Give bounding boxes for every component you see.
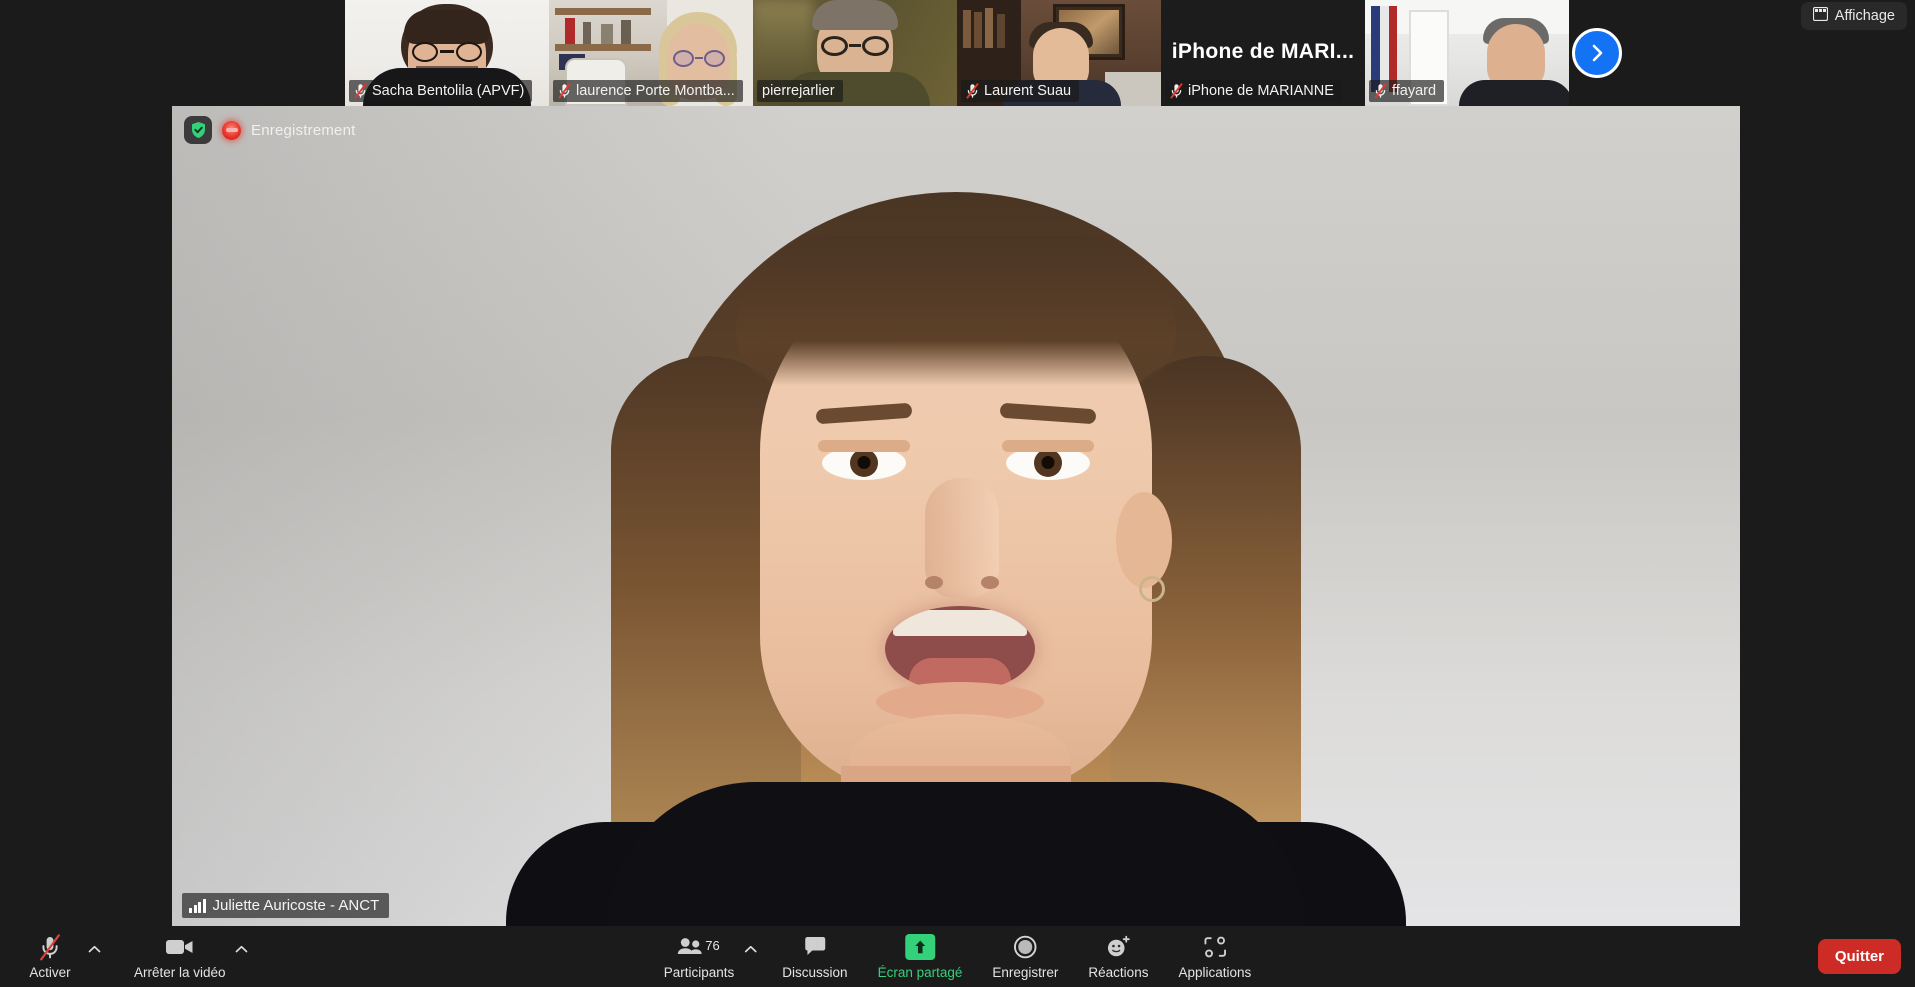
thumbnail-name: ffayard	[1392, 83, 1437, 99]
thumbnail-name-bar: iPhone de MARIANNE	[1165, 80, 1342, 102]
microphone-muted-icon	[354, 83, 367, 99]
microphone-muted-icon	[1374, 83, 1387, 99]
thumbnail-name-bar: pierrejarlier	[757, 80, 843, 102]
thumbnail-tile[interactable]: pierrejarlier	[753, 0, 957, 106]
active-speaker-video[interactable]: Enregistrement Juliette Auricoste - ANCT	[172, 106, 1740, 926]
reactions-label: Réactions	[1088, 964, 1149, 980]
participant-filmstrip: Sacha Bentolila (APVF) laurence Porte Mo…	[0, 0, 1915, 106]
video-toggle-label: Arrêter la vidéo	[134, 964, 226, 980]
view-button-label: Affichage	[1834, 8, 1895, 24]
participants-button[interactable]: 76 Participants	[656, 928, 743, 986]
microphone-muted-icon	[38, 933, 62, 961]
filmstrip-tiles: Sacha Bentolila (APVF) laurence Porte Mo…	[345, 0, 1569, 106]
audio-level-icon	[189, 898, 206, 913]
share-screen-button[interactable]: Écran partagé	[870, 928, 971, 986]
chat-label: Discussion	[782, 964, 848, 980]
meeting-toolbar: Activer Arrêter la vidéo 76 Participants…	[0, 926, 1915, 987]
microphone-muted-icon	[1170, 83, 1183, 99]
thumbnail-name: laurence Porte Montba...	[576, 83, 735, 99]
share-screen-icon	[904, 934, 935, 961]
chat-button[interactable]: Discussion	[774, 928, 855, 986]
participants-label: Participants	[663, 964, 735, 980]
mute-toggle-label: Activer	[29, 964, 71, 980]
thumbnail-tile[interactable]: Sacha Bentolila (APVF)	[345, 0, 549, 106]
leave-meeting-button[interactable]: Quitter	[1817, 939, 1901, 974]
record-label: Enregistrer	[992, 964, 1059, 980]
chat-bubble-icon	[803, 934, 827, 961]
participants-caret[interactable]	[740, 940, 760, 960]
thumbnail-name-bar: ffayard	[1369, 80, 1445, 102]
mute-toggle-button[interactable]: Activer	[14, 928, 86, 986]
reactions-button[interactable]: Réactions	[1080, 928, 1156, 986]
microphone-muted-icon	[966, 83, 979, 99]
thumbnail-tile[interactable]: iPhone de MARI... iPhone de MARIANNE	[1161, 0, 1365, 106]
audio-options-caret[interactable]	[84, 940, 104, 960]
share-screen-label: Écran partagé	[877, 964, 963, 980]
thumbnail-name: pierrejarlier	[762, 83, 835, 99]
recording-status[interactable]: Enregistrement	[184, 116, 356, 144]
record-circle-icon	[1013, 934, 1037, 961]
grid-view-icon	[1812, 6, 1828, 25]
applications-icon	[1202, 934, 1228, 961]
thumbnail-name-bar: laurence Porte Montba...	[553, 80, 743, 102]
active-speaker-name-bar: Juliette Auricoste - ANCT	[182, 893, 390, 918]
applications-label: Applications	[1178, 964, 1252, 980]
toolbar-left-group: Activer Arrêter la vidéo	[14, 926, 252, 987]
thumbnail-name-bar: Sacha Bentolila (APVF)	[349, 80, 533, 102]
video-options-caret[interactable]	[232, 940, 252, 960]
toolbar-right-group: Quitter	[1817, 926, 1901, 987]
shield-check-icon[interactable]	[184, 116, 212, 144]
recording-label: Enregistrement	[251, 121, 356, 139]
record-button[interactable]: Enregistrer	[984, 928, 1066, 986]
active-speaker-name: Juliette Auricoste - ANCT	[212, 897, 380, 914]
microphone-muted-icon	[558, 83, 571, 99]
thumbnail-tile[interactable]: Laurent Suau	[957, 0, 1161, 106]
reactions-smiley-icon	[1105, 934, 1131, 961]
view-button[interactable]: Affichage	[1800, 2, 1907, 30]
thumbnail-name-bar: Laurent Suau	[961, 80, 1080, 102]
chevron-right-icon	[1586, 42, 1608, 64]
thumbnail-tile[interactable]: laurence Porte Montba...	[549, 0, 753, 106]
video-camera-icon	[165, 934, 195, 961]
filmstrip-next-page-button[interactable]	[1572, 28, 1622, 78]
thumbnail-name: Laurent Suau	[984, 83, 1072, 99]
video-toggle-button[interactable]: Arrêter la vidéo	[126, 928, 234, 986]
thumbnail-name: iPhone de MARIANNE	[1188, 83, 1334, 99]
thumbnail-name: Sacha Bentolila (APVF)	[372, 83, 525, 99]
zoom-meeting-window: Sacha Bentolila (APVF) laurence Porte Mo…	[0, 0, 1915, 987]
record-dot-icon	[222, 120, 241, 140]
thumbnail-display-name: iPhone de MARI...	[1171, 39, 1355, 63]
participants-icon: 76	[676, 934, 722, 961]
svg-text:76: 76	[705, 938, 719, 953]
toolbar-center-group: 76 Participants Discussion Écran partagé…	[656, 926, 1260, 987]
applications-button[interactable]: Applications	[1170, 928, 1259, 986]
thumbnail-tile[interactable]: ffayard	[1365, 0, 1569, 106]
